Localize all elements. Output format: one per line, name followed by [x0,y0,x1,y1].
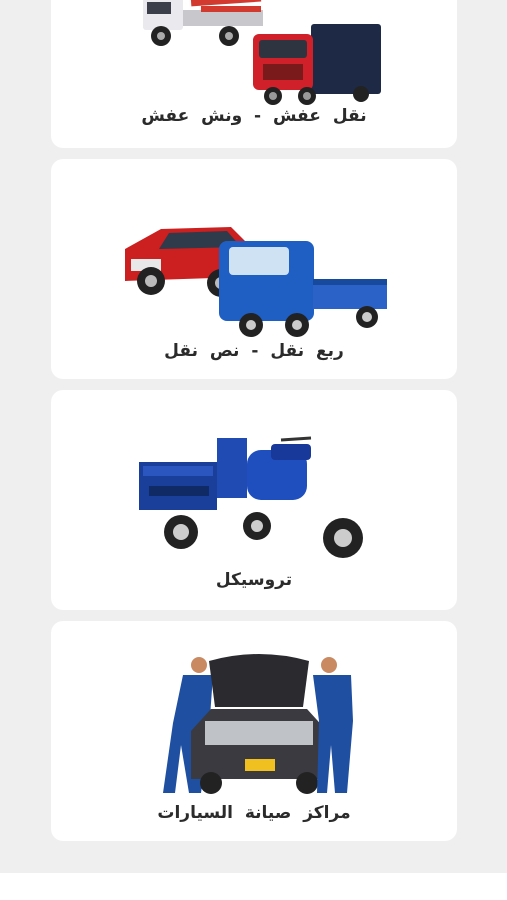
bottom-bar [0,873,507,900]
service-label: نقل عفش - ونش عفش [141,106,367,126]
service-card-car-service[interactable]: مراكز صيانة السيارات [51,621,457,841]
service-card-pickup[interactable]: ربع نقل - نص نقل [51,159,457,379]
service-label: ربع نقل - نص نقل [164,341,344,361]
tricycle-icon [51,430,457,565]
service-label: تروسيكل [215,570,293,590]
pickup-icon [51,189,457,339]
service-card-tricycle[interactable]: تروسيكل [51,390,457,610]
car-service-icon [51,651,457,801]
service-label: مراكز صيانة السيارات [157,803,351,823]
service-card-moving[interactable]: نقل عفش - ونش عفش [51,0,457,148]
truck-icon [51,0,457,106]
